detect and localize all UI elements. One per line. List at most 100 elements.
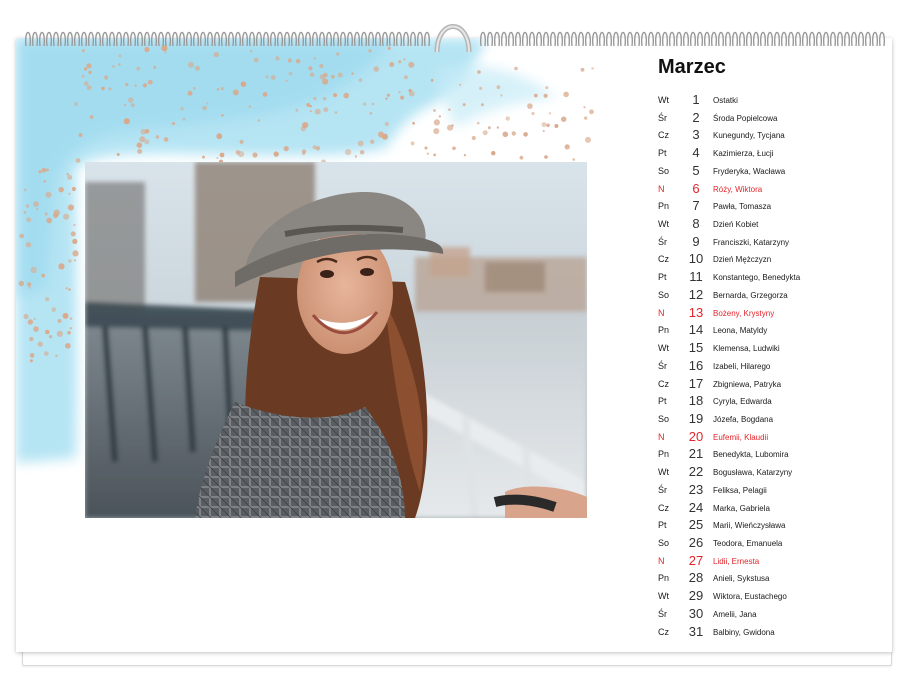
gold-dot [155,135,160,139]
weekday-label: Pt [658,396,667,407]
binding-ring [808,31,816,47]
binding-ring [311,31,319,47]
gold-dot [514,66,518,71]
gold-dot [424,146,428,150]
gold-dot [542,129,545,133]
gold-dot [137,148,143,154]
weekday-label: So [658,413,670,424]
gold-dot [124,103,127,106]
gold-dot [287,58,292,63]
gold-dot [130,103,135,107]
gold-dot [265,75,269,79]
gold-dot [477,70,481,74]
gold-dot [134,84,137,87]
gold-dot [29,353,35,358]
gold-dot [51,307,57,312]
gold-dot [144,139,150,145]
gold-dot [37,341,43,347]
gold-dot [73,223,76,227]
gold-dot [283,146,289,152]
gold-dot [33,317,36,321]
gold-dot [295,58,301,64]
gold-dot [585,136,591,143]
calendar-day-row: Pn 28 Anieli, Sykstusa [658,570,888,588]
calendar-day-row: Cz 10 Dzień Mężczyzn [658,251,888,269]
gold-dot [74,102,79,106]
binding-ring [773,31,781,47]
binding-ring [871,31,879,47]
gold-dot [430,78,434,82]
gold-dot [68,259,72,263]
binding-ring [738,31,746,47]
gold-dot [30,266,37,274]
name-day-text: Klemensa, Ludwiki [713,344,780,354]
gold-dot [253,57,259,63]
gold-dot [312,145,317,150]
gold-dot [45,329,50,335]
binding-ring [171,31,179,47]
binding-ring [731,31,739,47]
calendar-day-row: So 12 Bernarda, Grzegorza [658,287,888,305]
binding-ring [759,31,767,47]
gold-dot [412,121,415,125]
binding-ring [31,31,39,47]
weekday-label: Wt [658,219,669,230]
weekday-label: Śr [658,112,667,123]
gold-dot [62,312,69,319]
weekday-label: Śr [658,484,667,495]
weekday-label: N [658,307,665,318]
binding-ring [227,31,235,47]
binding-ring [787,31,795,47]
binding-ring [570,31,578,47]
name-day-text: Izabeli, Hilarego [713,361,771,371]
gold-dot [202,105,207,111]
day-list: Wt 1 Ostatki Śr 2 Środa Popielcowa Cz 3 Kunegund… [658,92,888,641]
binding-ring [213,31,221,47]
gold-dot [86,85,92,90]
gold-dot [67,330,71,335]
binding-ring [388,31,396,47]
weekday-label: N [658,183,665,194]
gold-dot [216,133,223,140]
gold-dot [187,61,194,68]
gold-dot [295,108,299,112]
weekday-label: Śr [658,236,667,247]
gold-dot [112,65,115,68]
gold-dot [386,93,390,97]
weekday-label: Cz [658,502,669,513]
binding-ring [199,31,207,47]
gold-dot [72,238,78,244]
gold-dot [180,107,184,111]
calendar-day-row: Cz 3 Kunegundy, Tycjana [658,127,888,145]
binding-ring [745,31,753,47]
binding-ring [521,31,529,47]
gold-dot [125,83,129,87]
gold-dot [46,217,53,224]
binding-ring [38,31,46,47]
gold-dot [108,87,112,91]
gold-dot [89,115,94,119]
gold-dot [534,93,538,98]
binding-ring [374,31,382,47]
gold-dot [84,67,88,71]
gold-dot [192,86,196,90]
gold-dot [337,72,343,78]
binding-ring [52,31,60,47]
binding-ring [395,31,403,47]
binding-ring [528,31,536,47]
gold-dot [238,151,245,158]
binding-ring [297,31,305,47]
gold-dot [480,103,484,107]
binding-ring [185,31,193,47]
gold-dot [471,135,476,141]
day-number: 8 [692,216,700,232]
gold-dot [351,72,354,75]
name-day-text: Marka, Gabriela [713,503,770,513]
name-day-text: Franciszki, Katarzyny [713,237,790,247]
binding-ring [87,31,95,47]
month-calendar: Marzec Wt 1 Ostatki Śr 2 Środa Popielcowa Cz 3 K… [658,52,888,641]
binding-ring [59,31,67,47]
binding-ring [878,31,886,47]
gold-dot [187,90,193,96]
calendar-day-row: Śr 16 Izabeli, Hilarego [658,358,888,376]
